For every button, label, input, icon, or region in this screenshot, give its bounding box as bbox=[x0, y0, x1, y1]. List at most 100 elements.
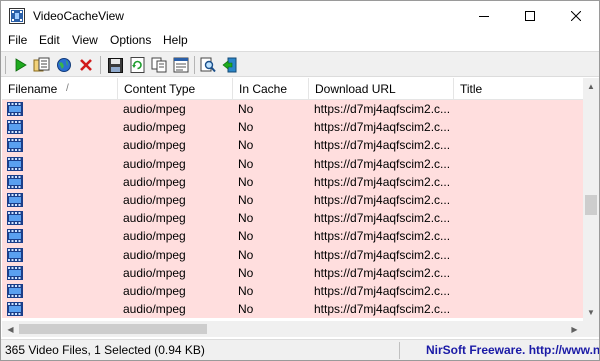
cell-in-cache: No bbox=[238, 138, 254, 153]
film-icon bbox=[7, 138, 23, 153]
cell-download-url: https://d7mj4aqfscim2.c... bbox=[314, 265, 451, 280]
save-icon[interactable] bbox=[105, 55, 125, 75]
menu-options[interactable]: Options bbox=[110, 33, 151, 47]
cell-download-url: https://d7mj4aqfscim2.c... bbox=[314, 120, 451, 135]
maximize-button[interactable] bbox=[507, 1, 553, 31]
delete-icon[interactable] bbox=[76, 55, 96, 75]
cell-download-url: https://d7mj4aqfscim2.c... bbox=[314, 138, 451, 153]
menu-bar: File Edit View Options Help bbox=[1, 31, 599, 51]
cell-in-cache: No bbox=[238, 302, 254, 317]
refresh-icon[interactable] bbox=[127, 55, 147, 75]
cell-download-url: https://d7mj4aqfscim2.c... bbox=[314, 174, 451, 189]
film-icon bbox=[7, 211, 23, 226]
menu-view[interactable]: View bbox=[72, 33, 98, 47]
video-list[interactable]: Filename / Content Type In Cache Downloa… bbox=[2, 78, 598, 323]
table-row[interactable]: audio/mpeg No https://d7mj4aqfscim2.c... bbox=[2, 282, 584, 301]
app-window: VideoCacheView File Edit View Options He… bbox=[0, 0, 600, 361]
table-row[interactable]: audio/mpeg No https://d7mj4aqfscim2.c... bbox=[2, 136, 584, 155]
cell-download-url: https://d7mj4aqfscim2.c... bbox=[314, 284, 451, 298]
exit-icon[interactable] bbox=[220, 55, 240, 75]
menu-file[interactable]: File bbox=[8, 33, 27, 47]
menu-edit[interactable]: Edit bbox=[39, 33, 60, 47]
cell-content-type: audio/mpeg bbox=[123, 156, 186, 171]
table-row[interactable]: audio/mpeg No https://d7mj4aqfscim2.c... bbox=[2, 300, 584, 319]
copy-files-icon[interactable] bbox=[32, 55, 52, 75]
column-download-url[interactable]: Download URL bbox=[309, 78, 454, 100]
status-divider bbox=[399, 342, 400, 359]
play-icon[interactable] bbox=[10, 55, 30, 75]
find-icon[interactable] bbox=[198, 55, 218, 75]
table-row[interactable]: audio/mpeg No https://d7mj4aqfscim2.c... bbox=[2, 191, 584, 210]
cell-in-cache: No bbox=[238, 247, 254, 262]
film-icon bbox=[7, 102, 23, 116]
title-bar[interactable]: VideoCacheView bbox=[1, 1, 599, 31]
cell-content-type: audio/mpeg bbox=[123, 302, 186, 317]
cell-in-cache: No bbox=[238, 193, 254, 207]
scroll-left-icon[interactable]: ◀ bbox=[2, 321, 19, 337]
table-row[interactable]: audio/mpeg No https://d7mj4aqfscim2.c... bbox=[2, 227, 584, 246]
table-row[interactable]: audio/mpeg No https://d7mj4aqfscim2.c... bbox=[2, 154, 584, 173]
film-icon bbox=[7, 120, 23, 135]
cell-content-type: audio/mpeg bbox=[123, 247, 186, 262]
table-row[interactable]: audio/mpeg No https://d7mj4aqfscim2.c... bbox=[2, 118, 584, 137]
vertical-scrollbar[interactable]: ▲ ▼ bbox=[583, 78, 599, 321]
cell-in-cache: No bbox=[238, 284, 254, 298]
column-title[interactable]: Title bbox=[454, 78, 584, 100]
vertical-scroll-thumb[interactable] bbox=[585, 195, 597, 215]
cell-content-type: audio/mpeg bbox=[123, 120, 186, 135]
status-bar: 365 Video Files, 1 Selected (0.94 KB) Ni… bbox=[1, 339, 599, 360]
scrollbar-corner bbox=[583, 321, 599, 337]
sort-indicator-icon: / bbox=[66, 83, 69, 94]
cell-in-cache: No bbox=[238, 211, 254, 226]
minimize-button[interactable] bbox=[461, 1, 507, 31]
window-title: VideoCacheView bbox=[33, 9, 124, 23]
table-row[interactable]: audio/mpeg No https://d7mj4aqfscim2.c... bbox=[2, 100, 584, 119]
cell-download-url: https://d7mj4aqfscim2.c... bbox=[314, 211, 451, 226]
table-row[interactable]: audio/mpeg No https://d7mj4aqfscim2.c... bbox=[2, 245, 584, 264]
column-in-cache[interactable]: In Cache bbox=[233, 78, 309, 100]
cell-in-cache: No bbox=[238, 174, 254, 189]
cell-download-url: https://d7mj4aqfscim2.c... bbox=[314, 193, 451, 207]
nirsoft-link[interactable]: NirSoft Freeware. http://www.nirsof bbox=[426, 343, 599, 357]
close-button[interactable] bbox=[553, 1, 599, 31]
cell-in-cache: No bbox=[238, 120, 254, 135]
cell-download-url: https://d7mj4aqfscim2.c... bbox=[314, 102, 451, 116]
column-content-type[interactable]: Content Type bbox=[118, 78, 233, 100]
cell-content-type: audio/mpeg bbox=[123, 284, 186, 298]
copy-icon[interactable] bbox=[149, 55, 169, 75]
column-filename-label: Filename bbox=[8, 82, 58, 96]
toolbar-separator bbox=[194, 56, 195, 74]
cell-in-cache: No bbox=[238, 265, 254, 280]
cell-content-type: audio/mpeg bbox=[123, 193, 186, 207]
cell-content-type: audio/mpeg bbox=[123, 174, 186, 189]
cell-download-url: https://d7mj4aqfscim2.c... bbox=[314, 302, 451, 317]
properties-icon[interactable] bbox=[171, 55, 191, 75]
table-row[interactable]: audio/mpeg No https://d7mj4aqfscim2.c... bbox=[2, 263, 584, 282]
cell-download-url: https://d7mj4aqfscim2.c... bbox=[314, 247, 451, 262]
table-row[interactable]: audio/mpeg No https://d7mj4aqfscim2.c... bbox=[2, 172, 584, 191]
open-url-icon[interactable] bbox=[54, 55, 74, 75]
toolbar-separator bbox=[100, 56, 101, 74]
film-icon bbox=[7, 247, 23, 262]
scroll-right-icon[interactable]: ▶ bbox=[566, 321, 583, 337]
list-rows: audio/mpeg No https://d7mj4aqfscim2.c... au… bbox=[2, 100, 584, 321]
film-icon bbox=[7, 193, 23, 207]
film-icon bbox=[7, 174, 23, 189]
cell-content-type: audio/mpeg bbox=[123, 102, 186, 116]
column-filename[interactable]: Filename / bbox=[2, 78, 118, 100]
status-file-count: 365 Video Files, 1 Selected (0.94 KB) bbox=[5, 343, 205, 357]
table-row[interactable]: audio/mpeg No https://d7mj4aqfscim2.c... bbox=[2, 209, 584, 228]
app-icon bbox=[9, 8, 25, 24]
menu-help[interactable]: Help bbox=[163, 33, 188, 47]
scroll-down-icon[interactable]: ▼ bbox=[583, 304, 599, 321]
horizontal-scrollbar[interactable]: ◀ ▶ bbox=[2, 321, 583, 337]
cell-content-type: audio/mpeg bbox=[123, 138, 186, 153]
scroll-up-icon[interactable]: ▲ bbox=[583, 78, 599, 95]
cell-in-cache: No bbox=[238, 102, 254, 116]
cell-download-url: https://d7mj4aqfscim2.c... bbox=[314, 229, 451, 244]
film-icon bbox=[7, 229, 23, 244]
cell-in-cache: No bbox=[238, 156, 254, 171]
horizontal-scroll-thumb[interactable] bbox=[19, 324, 207, 334]
list-header: Filename / Content Type In Cache Downloa… bbox=[2, 78, 584, 100]
film-icon bbox=[7, 284, 23, 298]
